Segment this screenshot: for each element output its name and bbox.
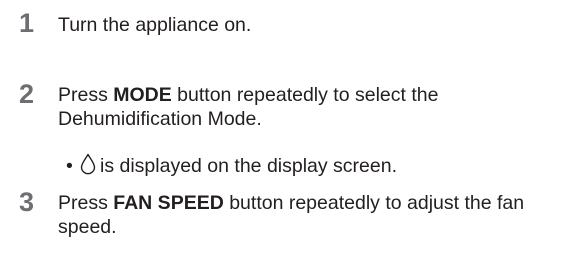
mode-button-label: MODE bbox=[113, 84, 172, 106]
step-text: Press FAN SPEED button repeatedly to adj… bbox=[58, 191, 563, 239]
step-number: 2 bbox=[19, 79, 35, 109]
bullet-text: is displayed on the display screen. bbox=[100, 155, 398, 177]
step-text: Press MODE button repeatedly to select t… bbox=[58, 83, 563, 131]
bullet-marker: • bbox=[66, 155, 73, 177]
step-number: 3 bbox=[19, 187, 35, 217]
fan-speed-button-label: FAN SPEED bbox=[113, 192, 224, 214]
water-drop-icon bbox=[80, 153, 96, 175]
step-text-prefix: Press bbox=[58, 192, 114, 214]
step-text-prefix: Press bbox=[58, 84, 114, 106]
step-text: Turn the appliance on. bbox=[58, 14, 252, 36]
step-note: • is displayed on the display screen. bbox=[66, 153, 397, 178]
step-number: 1 bbox=[19, 8, 35, 38]
